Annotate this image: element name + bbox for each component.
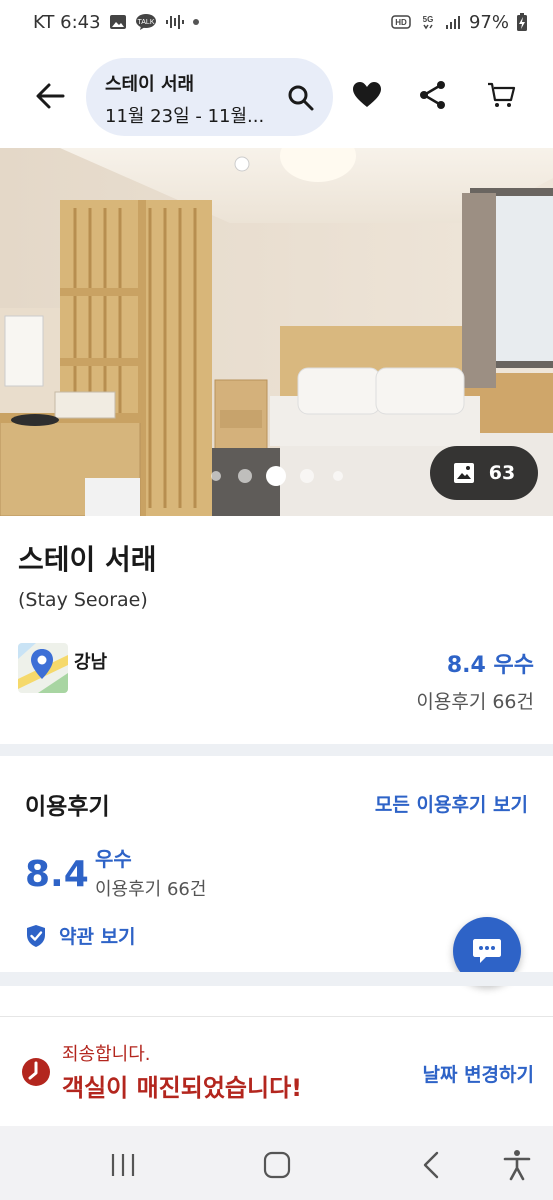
system-nav-bar: [0, 1126, 553, 1200]
recent-apps-icon: [111, 1154, 135, 1176]
notification-dot-icon: [192, 19, 199, 25]
sold-out-apology: 죄송합니다.: [62, 1044, 151, 1065]
map-thumbnail[interactable]: [18, 643, 68, 693]
review-count-detail: 이용후기 66건: [95, 879, 207, 900]
clock-alert-icon: [21, 1057, 51, 1087]
view-terms-link[interactable]: 약관 보기: [25, 922, 136, 949]
map-pin-icon: [18, 643, 68, 693]
hd-icon: HD: [391, 14, 411, 30]
favorite-button[interactable]: [352, 80, 382, 110]
change-date-button[interactable]: 날짜 변경하기: [423, 1060, 535, 1087]
talk-icon: TALK: [135, 13, 157, 31]
signal-icon: [445, 14, 461, 30]
view-all-reviews-link[interactable]: 모든 이용후기 보기: [375, 790, 528, 817]
home-icon: [263, 1151, 291, 1179]
cart-icon: [488, 82, 516, 107]
back-nav-button[interactable]: [415, 1148, 449, 1182]
review-score: 8.4: [25, 854, 89, 895]
carousel-dot: [238, 469, 252, 483]
battery-percent: 97%: [468, 11, 509, 33]
accessibility-button[interactable]: [500, 1148, 534, 1182]
carousel-dot-active: [266, 466, 286, 486]
chevron-left-icon: [423, 1151, 439, 1179]
status-bar: KT 6:43 TALK HD 5G 97%: [0, 0, 553, 44]
accessibility-icon: [503, 1150, 531, 1181]
section-divider: [0, 972, 553, 986]
photo-count: 63: [488, 462, 516, 484]
back-button[interactable]: [33, 82, 69, 110]
pill-date-range: 11월 23일 - 11월...: [105, 106, 265, 127]
svg-text:TALK: TALK: [137, 19, 154, 26]
home-button[interactable]: [260, 1148, 294, 1182]
chat-bubble-icon: [473, 939, 501, 963]
section-divider: [0, 1016, 553, 1017]
carousel-dot: [333, 471, 343, 481]
search-summary-pill[interactable]: 스테이 서래 11월 23일 - 11월...: [86, 58, 333, 136]
recent-apps-button[interactable]: [106, 1148, 140, 1182]
sold-out-message: 객실이 매진되었습니다!: [62, 1074, 303, 1102]
rating-score[interactable]: 8.4 우수: [447, 647, 534, 679]
share-icon: [420, 81, 445, 109]
5g-icon: 5G: [419, 13, 437, 31]
hero-photo-carousel[interactable]: 63: [0, 148, 553, 516]
section-divider: [0, 744, 553, 756]
carrier-time: KT 6:43: [33, 11, 101, 33]
arrow-left-icon: [36, 83, 65, 109]
hotel-name: 스테이 서래: [18, 543, 157, 576]
heart-icon: [353, 82, 381, 107]
share-button[interactable]: [418, 80, 448, 110]
review-count: 이용후기 66건: [416, 691, 534, 713]
reviews-heading: 이용후기: [25, 794, 110, 820]
review-grade: 우수: [95, 847, 132, 871]
svg-text:HD: HD: [395, 18, 407, 27]
gallery-icon: [109, 13, 127, 31]
hotel-english-name: (Stay Seorae): [18, 589, 148, 611]
top-app-bar: 스테이 서래 11월 23일 - 11월...: [0, 44, 553, 148]
area-label: 강남: [74, 652, 108, 673]
carousel-dot: [211, 471, 221, 481]
svg-text:5G: 5G: [423, 15, 434, 24]
image-icon: [453, 463, 474, 483]
photo-count-button[interactable]: 63: [430, 446, 538, 500]
carousel-dot: [300, 469, 314, 483]
pill-property-name: 스테이 서래: [105, 74, 195, 95]
battery-charging-icon: [517, 13, 527, 31]
search-icon: [287, 84, 315, 112]
cart-button[interactable]: [486, 80, 516, 110]
audio-wave-icon: [165, 13, 185, 31]
terms-label: 약관 보기: [59, 926, 136, 948]
shield-check-icon: [27, 924, 45, 947]
